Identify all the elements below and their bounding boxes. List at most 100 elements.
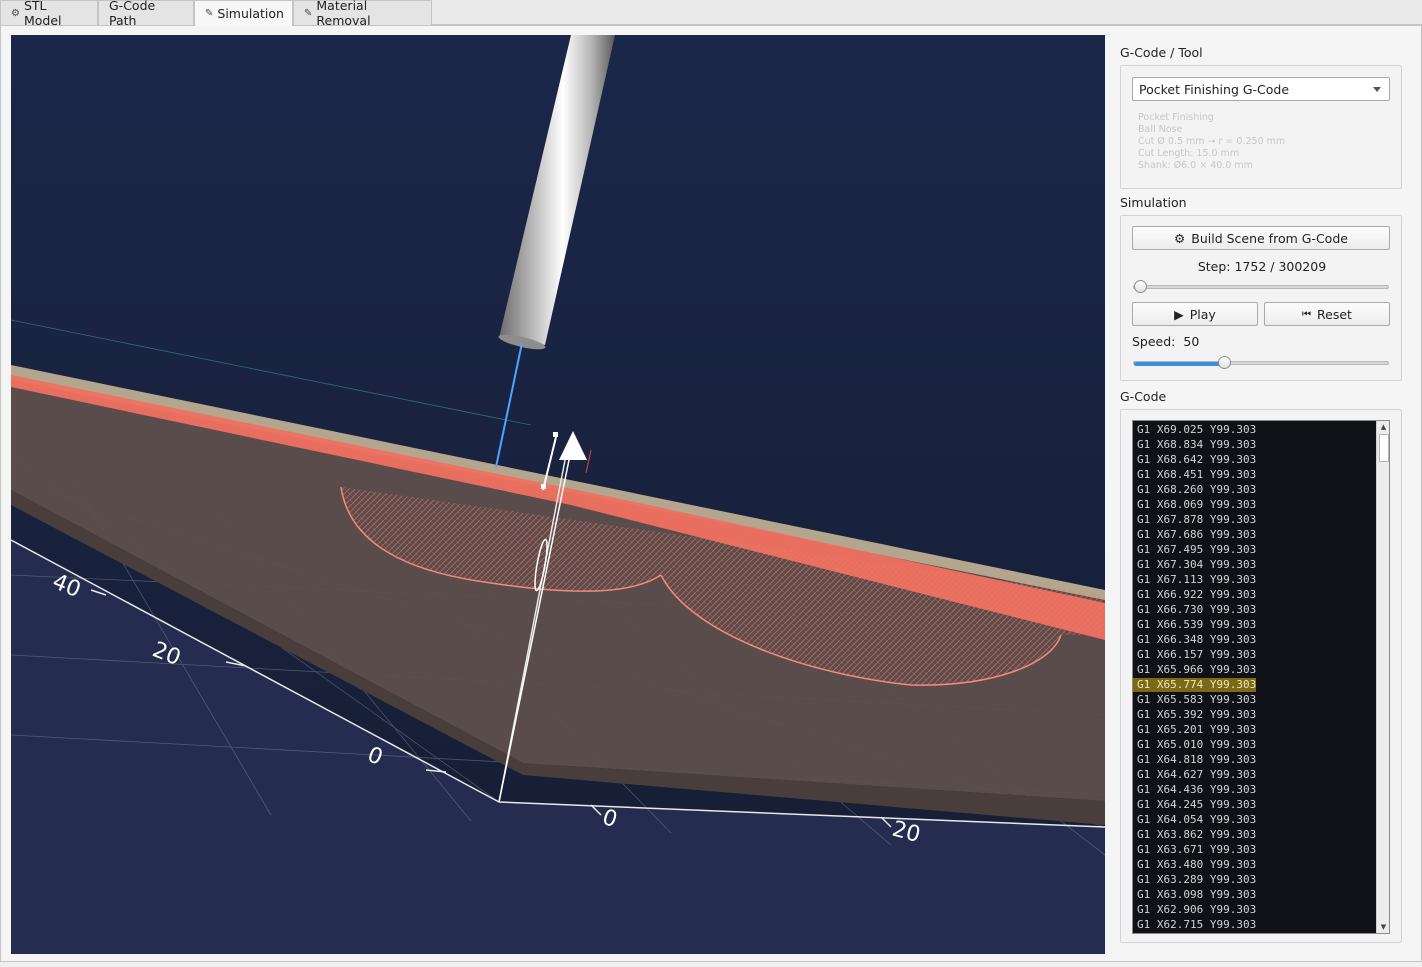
gcode-line[interactable]: G1 X62.524 Y99.303 [1133,932,1376,933]
gcode-line[interactable]: G1 X68.260 Y99.303 [1133,482,1376,497]
gcode-line[interactable]: G1 X63.862 Y99.303 [1133,827,1376,842]
gcode-line[interactable]: G1 X65.774 Y99.303 [1133,677,1376,692]
simulation-viewport[interactable]: 40 20 0 0 20 [11,35,1105,954]
knife-icon: ✎ [304,7,313,19]
scroll-up-icon[interactable]: ▲ [1377,421,1389,433]
tab-label: STL Model [23,0,62,28]
tool-info-line: Cut Length: 15.0 mm [1138,148,1240,159]
tab-material-removal[interactable]: ✎ Material Removal [293,0,432,28]
gcode-line-text: G1 X66.730 Y99.303 [1137,603,1257,616]
gcode-line-text: G1 X69.025 Y99.303 [1137,423,1257,436]
tab-label: G-Code Path [109,0,156,28]
gcode-line[interactable]: G1 X63.289 Y99.303 [1133,872,1376,887]
gcode-line[interactable]: G1 X65.201 Y99.303 [1133,722,1376,737]
step-counter: Step: 1752 / 300209 [1197,259,1327,274]
gcode-line[interactable]: G1 X68.069 Y99.303 [1133,497,1376,512]
gcode-line-text: G1 X65.583 Y99.303 [1137,693,1257,706]
gcode-line[interactable]: G1 X67.304 Y99.303 [1133,557,1376,572]
gcode-select-value: Pocket Finishing G-Code [1139,81,1290,97]
gcode-line[interactable]: G1 X66.157 Y99.303 [1133,647,1376,662]
gcode-line-text: G1 X68.069 Y99.303 [1137,498,1257,511]
step-slider-handle[interactable] [1134,280,1148,293]
scroll-thumb[interactable] [1379,434,1389,462]
build-scene-label: Build Scene from G-Code [1191,230,1348,246]
gcode-line-text: G1 X65.966 Y99.303 [1137,663,1257,676]
tool-info: Pocket Finishing Ball Nose Cut Ø 0.5 mm … [1138,112,1285,172]
gcode-line-text: G1 X63.098 Y99.303 [1137,888,1257,901]
gcode-line-text: G1 X64.627 Y99.303 [1137,768,1257,781]
step-slider-groove[interactable] [1133,285,1389,289]
gcode-line[interactable]: G1 X66.730 Y99.303 [1133,602,1376,617]
gcode-line[interactable]: G1 X65.966 Y99.303 [1133,662,1376,677]
gcode-line-text: G1 X65.010 Y99.303 [1137,738,1257,751]
gcode-listing[interactable]: G1 X69.025 Y99.303 G1 X68.834 Y99.303 G1 X… [1132,420,1390,934]
gcode-scrollbar[interactable]: ▲ ▼ [1376,421,1389,933]
gcode-group-title: G-Code [1120,389,1167,404]
gcode-line-text: G1 X65.201 Y99.303 [1137,723,1257,736]
gcode-line[interactable]: G1 X68.834 Y99.303 [1133,437,1376,452]
gcode-line[interactable]: G1 X64.818 Y99.303 [1133,752,1376,767]
speed-slider-fill [1134,362,1224,366]
simulation-groupbox: ⚙ Build Scene from G-Code Step: 1752 / 3… [1120,215,1402,381]
reset-label: Reset [1317,306,1352,322]
gcode-line-text: G1 X68.642 Y99.303 [1137,453,1257,466]
gcode-line[interactable]: G1 X65.392 Y99.303 [1133,707,1376,722]
gcode-line[interactable]: G1 X64.436 Y99.303 [1133,782,1376,797]
tab-stl-model[interactable]: ⚙ STL Model [0,0,98,28]
gcode-line[interactable]: G1 X62.906 Y99.303 [1133,902,1376,917]
gcode-line-text: G1 X67.113 Y99.303 [1137,573,1257,586]
gcode-line-text: G1 X62.906 Y99.303 [1137,903,1257,916]
gcode-line[interactable]: G1 X66.922 Y99.303 [1133,587,1376,602]
gcode-line[interactable]: G1 X63.098 Y99.303 [1133,887,1376,902]
speed-slider-handle[interactable] [1217,356,1231,369]
wrench-icon: ✎ [205,8,214,19]
gcode-line-text: G1 X67.686 Y99.303 [1137,528,1257,541]
play-label: Play [1189,306,1216,322]
gcode-line-text: G1 X65.392 Y99.303 [1137,708,1257,721]
gcode-line[interactable]: G1 X69.025 Y99.303 [1133,422,1376,437]
gcode-select[interactable]: Pocket Finishing G-Code [1132,77,1390,101]
scene-canvas[interactable]: 40 20 0 0 20 [11,35,1105,954]
speed-row: Speed: 50 [1132,334,1199,349]
gcode-line[interactable]: G1 X67.113 Y99.303 [1133,572,1376,587]
tab-gcode-path[interactable]: G-Code Path [98,0,194,28]
gcode-line-text: G1 X66.922 Y99.303 [1137,588,1257,601]
gcode-line[interactable]: G1 X66.348 Y99.303 [1133,632,1376,647]
gcode-groupbox: G1 X69.025 Y99.303 G1 X68.834 Y99.303 G1 X… [1120,409,1402,943]
gcode-line-text: G1 X63.480 Y99.303 [1137,858,1257,871]
skip-back-icon: ⏮ [1302,308,1312,320]
speed-label: Speed: [1132,334,1176,349]
gcode-line-text: G1 X64.245 Y99.303 [1137,798,1257,811]
chevron-down-icon [1373,87,1381,92]
gcode-line[interactable]: G1 X68.451 Y99.303 [1133,467,1376,482]
gcode-line[interactable]: G1 X66.539 Y99.303 [1133,617,1376,632]
scroll-down-icon[interactable]: ▼ [1377,921,1389,933]
tab-label: Simulation [217,6,284,21]
speed-value: 50 [1183,334,1200,349]
gcode-line-current: G1 X65.774 Y99.303 [1133,678,1257,692]
gcode-line-text: G1 X64.818 Y99.303 [1137,753,1257,766]
gcode-line-text: G1 X66.539 Y99.303 [1137,618,1257,631]
tool-info-line: Shank: Ø6.0 × 40.0 mm [1138,160,1253,171]
tab-bar: ⚙ STL Model G-Code Path ✎ Simulation ✎ M… [0,0,1422,28]
gcode-line[interactable]: G1 X67.495 Y99.303 [1133,542,1376,557]
gcode-line[interactable]: G1 X68.642 Y99.303 [1133,452,1376,467]
gcode-line[interactable]: G1 X65.583 Y99.303 [1133,692,1376,707]
play-button[interactable]: ▶ Play [1132,302,1258,326]
gcode-line[interactable]: G1 X64.627 Y99.303 [1133,767,1376,782]
gcode-line-text: G1 X66.348 Y99.303 [1137,633,1257,646]
reset-button[interactable]: ⏮ Reset [1264,302,1390,326]
gcode-line[interactable]: G1 X65.010 Y99.303 [1133,737,1376,752]
gcode-line[interactable]: G1 X63.480 Y99.303 [1133,857,1376,872]
gcode-line[interactable]: G1 X64.245 Y99.303 [1133,797,1376,812]
gcode-line[interactable]: G1 X62.715 Y99.303 [1133,917,1376,932]
gcode-line[interactable]: G1 X64.054 Y99.303 [1133,812,1376,827]
gcode-line-text: G1 X67.304 Y99.303 [1137,558,1257,571]
gcode-line[interactable]: G1 X63.671 Y99.303 [1133,842,1376,857]
gcode-line-text: G1 X68.834 Y99.303 [1137,438,1257,451]
gcode-line-text: G1 X63.862 Y99.303 [1137,828,1257,841]
build-scene-button[interactable]: ⚙ Build Scene from G-Code [1132,226,1390,250]
gcode-line[interactable]: G1 X67.686 Y99.303 [1133,527,1376,542]
tab-simulation[interactable]: ✎ Simulation [194,0,293,26]
gcode-line[interactable]: G1 X67.878 Y99.303 [1133,512,1376,527]
